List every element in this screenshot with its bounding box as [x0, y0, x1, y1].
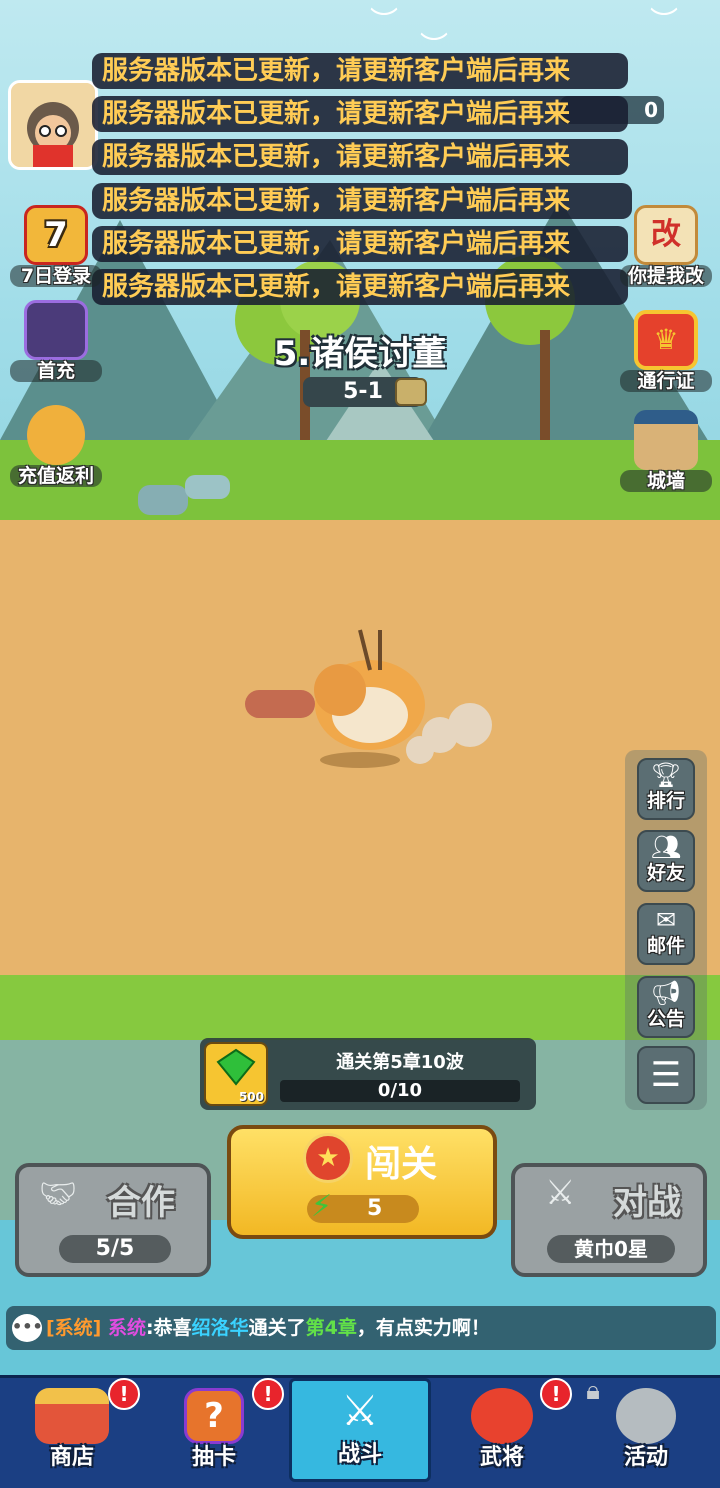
handshake-icon: 🤝︎ [39, 1177, 78, 1212]
mail-button[interactable]: ✉ 邮件 [637, 903, 695, 965]
tiger-warrior-character [245, 629, 492, 768]
coop-count: 5/5 [59, 1235, 171, 1263]
city-wall-label: 城墙 [620, 470, 712, 492]
battle-pass-button[interactable]: ♛ 通行证 [620, 310, 712, 402]
lock-icon: 🔒︎ [586, 1376, 600, 1406]
nav-shop-label: 商店 [49, 1445, 94, 1470]
pass-crown-icon: ♛ [634, 310, 698, 370]
nav-activity-label: 活动 [623, 1445, 668, 1470]
city-wall-button[interactable]: 城墙 [620, 410, 712, 502]
feedback-scroll-icon: 改 [634, 205, 698, 265]
medal-icon: ★ [303, 1133, 353, 1183]
nav-battle-label: 战斗 [337, 1442, 382, 1467]
chat-chapter: 第4章 [305, 1317, 357, 1339]
menu-icon: ☰ [650, 1055, 682, 1095]
chat-bubble-icon: ••• [12, 1314, 43, 1342]
chapter-title: 5.诸侯讨董 [273, 334, 447, 374]
treasure-chest-icon[interactable] [395, 378, 427, 406]
pvp-battle-button[interactable]: ⚔ 对战 黄巾0星 [511, 1163, 707, 1277]
notification-badge: ! [108, 1378, 140, 1410]
chat-sender: 系统 [108, 1317, 147, 1339]
server-notice: 服务器版本已更新，请更新客户端后再来 [92, 183, 632, 219]
friends-icon: 👥︎ [650, 833, 682, 861]
notification-badge: ! [540, 1378, 572, 1410]
server-notice: 服务器版本已更新，请更新客户端后再来 [92, 226, 628, 262]
mail-icon: ✉ [655, 906, 677, 934]
task-progress-text: 0/10 [377, 1080, 423, 1101]
battle-swords-icon: ⚔ [341, 1386, 379, 1435]
chapter-task-panel[interactable]: 500 通关第5章10波 0/10 [200, 1038, 536, 1110]
mail-label: 邮件 [646, 935, 685, 957]
gift-box-icon: 7 [24, 205, 88, 265]
player-avatar[interactable] [8, 80, 98, 170]
server-notice: 服务器版本已更新，请更新客户端后再来 [92, 53, 628, 89]
trophy-icon: 🏆︎ [650, 761, 682, 789]
challenge-button[interactable]: ★ 闯关 ⚡ 5 [227, 1125, 497, 1239]
chat-channel: [系统] [46, 1317, 102, 1339]
challenge-label: 闯关 [365, 1144, 438, 1185]
announcement-label: 公告 [646, 1008, 685, 1030]
chat-text: ，有点实力啊！ [356, 1317, 490, 1339]
chat-text: 通关了 [248, 1317, 306, 1339]
energy-bolt-icon: ⚡ [311, 1189, 333, 1224]
nav-generals-label: 武将 [479, 1445, 524, 1470]
server-notice: 服务器版本已更新，请更新客户端后再来 [92, 139, 628, 175]
money-bag-icon [27, 405, 85, 465]
rock [138, 485, 188, 515]
card-draw-icon: ? [184, 1388, 244, 1444]
general-icon [471, 1388, 533, 1444]
seven-day-login-label: 7日登录 [10, 265, 102, 287]
nav-generals[interactable]: 武将 ! [432, 1378, 572, 1482]
nav-shop[interactable]: 商店 ! [2, 1378, 142, 1482]
recharge-rebate-button[interactable]: 充值返利 [10, 405, 102, 497]
coop-button[interactable]: 🤝︎ 合作 5/5 [15, 1163, 211, 1277]
nav-activity[interactable]: 活动 🔒︎ [576, 1376, 716, 1482]
green-gem-icon [216, 1048, 256, 1086]
ranking-button[interactable]: 🏆︎ 排行 [637, 758, 695, 820]
currency-value: 0 [644, 98, 658, 122]
nav-card-draw-label: 抽卡 [191, 1445, 236, 1470]
chat-player-name: 绍洛华 [191, 1317, 249, 1339]
chat-text: :恭喜 [146, 1317, 192, 1339]
pvp-rank: 黄巾0星 [547, 1235, 675, 1263]
crossed-swords-icon: ⚔ [545, 1173, 576, 1213]
rock [185, 475, 230, 499]
announcement-button[interactable]: 📢︎ 公告 [637, 976, 695, 1038]
bird-icon: ︶ [370, 5, 399, 38]
nav-battle[interactable]: ⚔ 战斗 [289, 1378, 431, 1482]
stage-level: 5-1 [343, 379, 383, 404]
pvp-battle-label: 对战 [613, 1183, 681, 1223]
chat-bar[interactable]: ••• [系统] 系统:恭喜绍洛华通关了第4章，有点实力啊！ [6, 1306, 716, 1350]
menu-button[interactable]: ☰ [637, 1046, 695, 1104]
server-notice: 服务器版本已更新，请更新客户端后再来 [92, 96, 628, 132]
friends-button[interactable]: 👥︎ 好友 [637, 830, 695, 892]
gem-amount: 500 [238, 1090, 264, 1104]
seven-day-login-button[interactable]: 7 7日登录 [10, 205, 102, 297]
gem-reward: 500 [204, 1042, 268, 1106]
feedback-button[interactable]: 改 你提我改 [620, 205, 712, 297]
energy-cost: 5 [367, 1196, 383, 1221]
feedback-label: 你提我改 [620, 265, 712, 287]
battle-pass-label: 通行证 [620, 370, 712, 392]
avatar-icon [11, 83, 95, 167]
task-text: 通关第5章10波 [336, 1052, 464, 1073]
task-progress-bar: 0/10 [280, 1080, 520, 1102]
activity-icon [616, 1388, 676, 1444]
first-recharge-label: 首充 [10, 360, 102, 382]
ranking-label: 排行 [646, 790, 685, 812]
bird-icon: ︶ [650, 5, 679, 38]
shop-icon [35, 1388, 109, 1444]
megaphone-icon: 📢︎ [650, 979, 682, 1007]
recharge-rebate-label: 充值返利 [10, 465, 102, 487]
server-notice: 服务器版本已更新，请更新客户端后再来 [92, 269, 628, 305]
nav-card-draw[interactable]: ? 抽卡 ! [144, 1378, 284, 1482]
friends-label: 好友 [646, 862, 685, 884]
energy-cost-pill: ⚡ 5 [307, 1189, 419, 1224]
armored-hero-icon [24, 300, 88, 360]
coop-label: 合作 [107, 1183, 175, 1223]
first-recharge-button[interactable]: 首充 [10, 300, 102, 392]
city-wall-icon [634, 410, 698, 470]
notification-badge: ! [252, 1378, 284, 1410]
